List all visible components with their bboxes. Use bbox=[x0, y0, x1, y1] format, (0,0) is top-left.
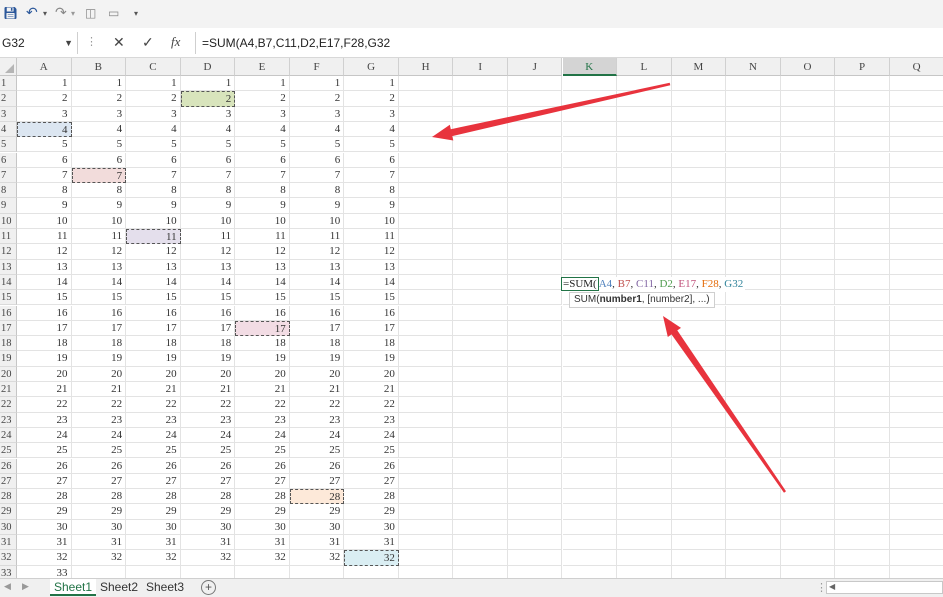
prev-sheet-icon[interactable]: ◀ bbox=[4, 581, 11, 592]
add-sheet-button[interactable]: + bbox=[201, 580, 216, 595]
arrow-to-function-tooltip bbox=[663, 316, 786, 493]
sheet-tab-sheet3[interactable]: Sheet3 bbox=[142, 579, 188, 596]
sheet-tab-sheet2[interactable]: Sheet2 bbox=[96, 579, 142, 596]
arrow-to-formula-bar bbox=[432, 82, 671, 141]
annotation-arrows bbox=[432, 82, 786, 493]
sheet-tab-bar: ◀ ▶ Sheet1 Sheet2 Sheet3 + ⋮ ◀ bbox=[0, 578, 943, 597]
horizontal-scrollbar[interactable]: ◀ bbox=[826, 581, 943, 594]
sheet-tab-sheet1[interactable]: Sheet1 bbox=[50, 579, 97, 596]
next-sheet-icon[interactable]: ▶ bbox=[22, 581, 29, 592]
scroll-left-icon[interactable]: ◀ bbox=[829, 582, 835, 591]
